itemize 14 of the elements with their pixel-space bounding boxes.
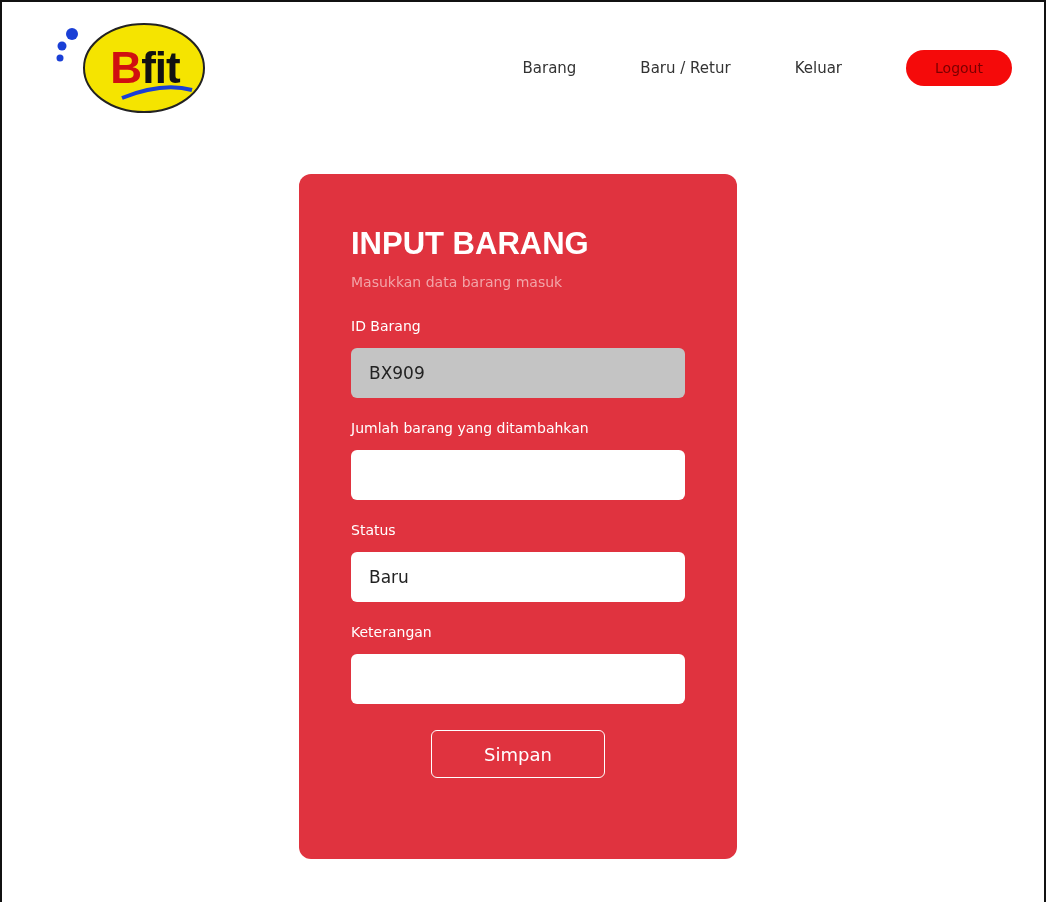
nav-link[interactable]: Barang [522, 59, 577, 77]
field-label: Status [351, 522, 397, 538]
input-field[interactable] [351, 450, 685, 500]
form-subtitle: Masukkan data barang masuk [351, 274, 564, 290]
field-label: ID Barang [351, 318, 422, 334]
field-label: Jumlah barang yang ditambahkan [351, 420, 590, 436]
save-button[interactable]: Simpan [431, 730, 605, 778]
input-field[interactable]: Baru [351, 552, 685, 602]
logo-text: Bfit [110, 43, 180, 92]
field-label: Keterangan [351, 624, 433, 640]
nav-link[interactable]: Keluar [794, 59, 842, 77]
input-field[interactable] [351, 654, 685, 704]
form-title: INPUT BARANG [351, 226, 590, 262]
nav-link[interactable]: Baru / Retur [640, 59, 731, 77]
